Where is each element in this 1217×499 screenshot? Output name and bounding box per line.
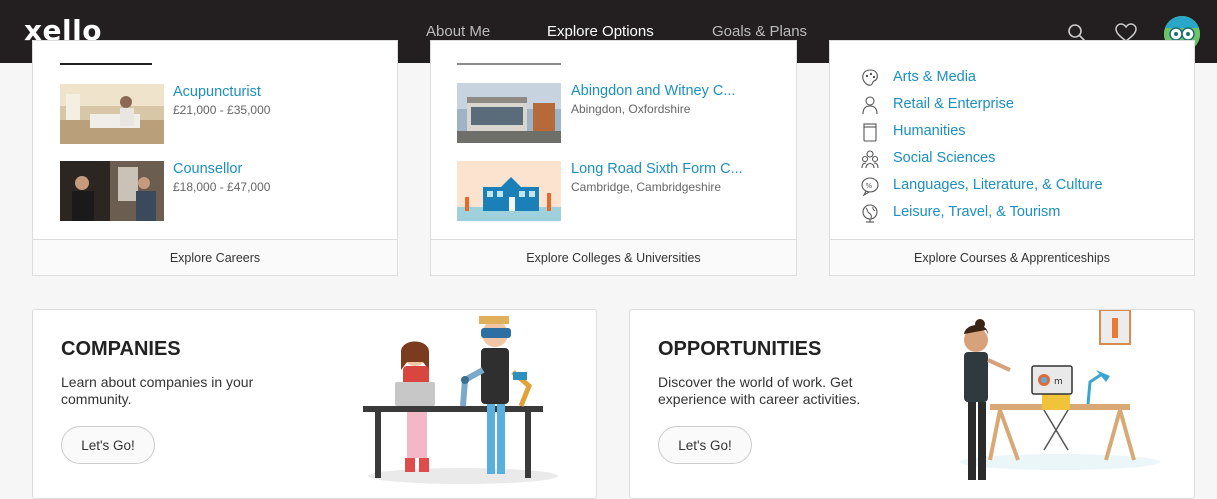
companies-lets-go-button[interactable]: Let's Go! xyxy=(61,426,155,464)
counsellor-thumbnail[interactable] xyxy=(60,161,164,221)
person-icon xyxy=(860,95,880,115)
svg-text:%: % xyxy=(866,182,873,190)
career-salary-counsellor: £18,000 - £47,000 xyxy=(173,180,271,194)
explore-courses-link[interactable]: Explore Courses & Apprenticeships xyxy=(830,239,1194,275)
people-icon xyxy=(860,149,880,169)
long-road-thumbnail[interactable] xyxy=(457,161,561,221)
globe-icon xyxy=(860,203,880,223)
previous-item-edge xyxy=(60,63,152,65)
college-title-long-road[interactable]: Long Road Sixth Form C... xyxy=(571,161,743,177)
speech-icon: % xyxy=(860,176,880,197)
category-social-sciences[interactable]: Social Sciences xyxy=(893,150,995,166)
category-retail-enterprise[interactable]: Retail & Enterprise xyxy=(893,96,1014,112)
palette-icon xyxy=(860,68,880,88)
college-title-abingdon[interactable]: Abingdon and Witney C... xyxy=(571,83,735,99)
jar-icon xyxy=(860,122,880,142)
explore-colleges-link[interactable]: Explore Colleges & Universities xyxy=(431,239,796,275)
category-arts-media[interactable]: Arts & Media xyxy=(893,69,976,85)
career-title-counsellor[interactable]: Counsellor xyxy=(173,161,242,177)
opportunities-card: OPPORTUNITIES Discover the world of work… xyxy=(629,309,1195,499)
companies-illustration xyxy=(363,316,558,484)
abingdon-thumbnail[interactable] xyxy=(457,83,561,143)
acupuncturist-thumbnail[interactable] xyxy=(60,84,164,144)
category-humanities[interactable]: Humanities xyxy=(893,123,966,139)
college-location-long-road: Cambridge, Cambridgeshire xyxy=(571,180,722,194)
companies-card: COMPANIES Learn about companies in your … xyxy=(32,309,597,499)
opportunities-title: OPPORTUNITIES xyxy=(658,338,822,360)
courses-card: Explore Courses & Apprenticeships xyxy=(829,40,1195,276)
opportunities-lets-go-button[interactable]: Let's Go! xyxy=(658,426,752,464)
companies-description: Learn about companies in your community. xyxy=(61,374,254,407)
previous-item-edge xyxy=(457,63,561,65)
opportunities-illustration: m xyxy=(960,310,1160,480)
colleges-card: Explore Colleges & Universities xyxy=(430,40,797,276)
companies-title: COMPANIES xyxy=(61,338,181,360)
explore-careers-link[interactable]: Explore Careers xyxy=(33,239,397,275)
college-location-abingdon: Abingdon, Oxfordshire xyxy=(571,102,691,116)
category-languages[interactable]: Languages, Literature, & Culture xyxy=(893,177,1103,193)
category-leisure-travel[interactable]: Leisure, Travel, & Tourism xyxy=(893,204,1060,220)
careers-card: Explore Careers xyxy=(32,40,398,276)
career-title-acupuncturist[interactable]: Acupuncturist xyxy=(173,84,261,100)
svg-text:m: m xyxy=(1054,377,1063,387)
opportunities-description: Discover the world of work. Get experien… xyxy=(658,374,861,407)
career-salary-acupuncturist: £21,000 - £35,000 xyxy=(173,103,271,117)
